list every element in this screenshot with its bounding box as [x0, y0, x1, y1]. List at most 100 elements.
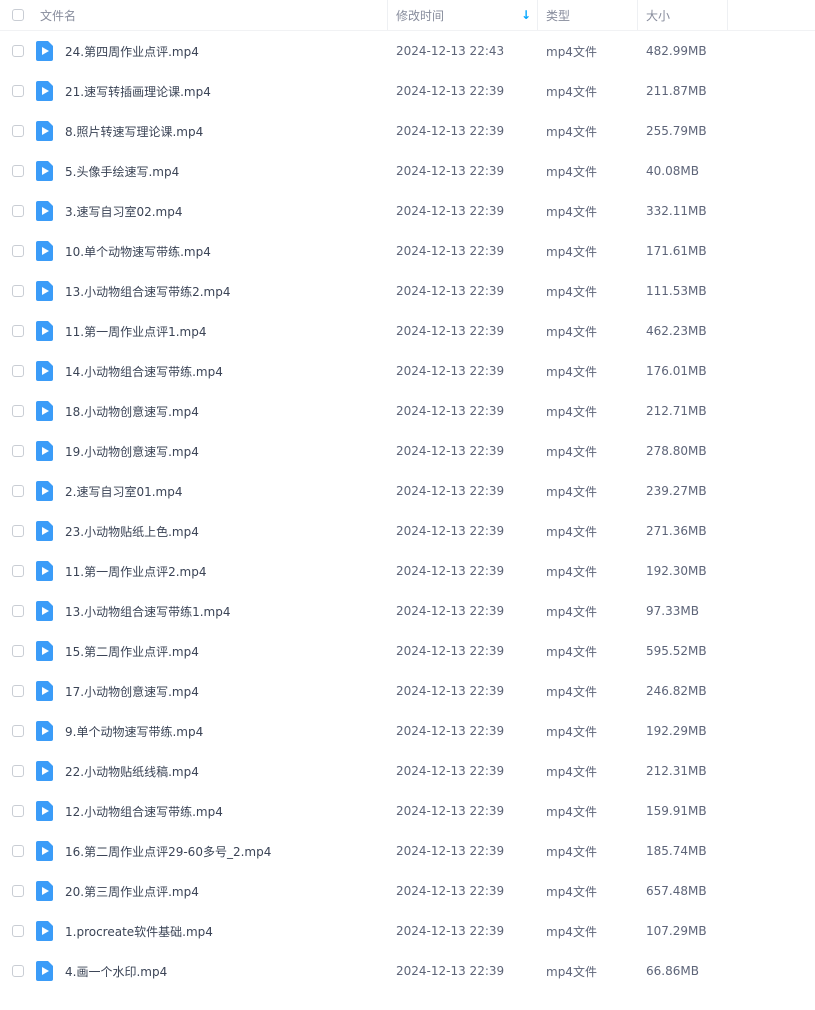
table-row[interactable]: 11.第一周作业点评2.mp4 2024-12-13 22:39 mp4文件 192.…	[0, 551, 815, 591]
file-name-cell[interactable]: 13.小动物组合速写带练1.mp4	[36, 601, 388, 621]
file-name-cell[interactable]: 13.小动物组合速写带练2.mp4	[36, 281, 388, 301]
row-checkbox[interactable]	[12, 565, 24, 577]
file-name-cell[interactable]: 19.小动物创意速写.mp4	[36, 441, 388, 461]
row-check-cell[interactable]	[0, 805, 36, 817]
file-name[interactable]: 13.小动物组合速写带练1.mp4	[65, 603, 230, 620]
file-name[interactable]: 4.画一个水印.mp4	[65, 963, 167, 980]
file-name[interactable]: 11.第一周作业点评1.mp4	[65, 323, 206, 340]
table-row[interactable]: 19.小动物创意速写.mp4 2024-12-13 22:39 mp4文件 278.8…	[0, 431, 815, 471]
file-name-cell[interactable]: 2.速写自习室01.mp4	[36, 481, 388, 501]
row-checkbox[interactable]	[12, 365, 24, 377]
file-name[interactable]: 5.头像手绘速写.mp4	[65, 163, 179, 180]
row-checkbox[interactable]	[12, 605, 24, 617]
table-row[interactable]: 18.小动物创意速写.mp4 2024-12-13 22:39 mp4文件 212.7…	[0, 391, 815, 431]
row-checkbox[interactable]	[12, 925, 24, 937]
row-check-cell[interactable]	[0, 165, 36, 177]
row-checkbox[interactable]	[12, 765, 24, 777]
table-row[interactable]: 14.小动物组合速写带练.mp4 2024-12-13 22:39 mp4文件 176…	[0, 351, 815, 391]
select-all-checkbox[interactable]	[12, 9, 24, 21]
column-header-name[interactable]: 文件名	[36, 0, 388, 30]
row-checkbox[interactable]	[12, 645, 24, 657]
file-name-cell[interactable]: 10.单个动物速写带练.mp4	[36, 241, 388, 261]
table-row[interactable]: 23.小动物贴纸上色.mp4 2024-12-13 22:39 mp4文件 271.3…	[0, 511, 815, 551]
table-row[interactable]: 11.第一周作业点评1.mp4 2024-12-13 22:39 mp4文件 462.…	[0, 311, 815, 351]
table-row[interactable]: 22.小动物贴纸线稿.mp4 2024-12-13 22:39 mp4文件 212.3…	[0, 751, 815, 791]
file-name[interactable]: 23.小动物贴纸上色.mp4	[65, 523, 199, 540]
row-checkbox[interactable]	[12, 845, 24, 857]
row-check-cell[interactable]	[0, 85, 36, 97]
table-row[interactable]: 8.照片转速写理论课.mp4 2024-12-13 22:39 mp4文件 255.7…	[0, 111, 815, 151]
file-name-cell[interactable]: 23.小动物贴纸上色.mp4	[36, 521, 388, 541]
row-checkbox[interactable]	[12, 45, 24, 57]
table-row[interactable]: 5.头像手绘速写.mp4 2024-12-13 22:39 mp4文件 40.08MB	[0, 151, 815, 191]
row-check-cell[interactable]	[0, 245, 36, 257]
row-check-cell[interactable]	[0, 525, 36, 537]
row-check-cell[interactable]	[0, 725, 36, 737]
table-row[interactable]: 17.小动物创意速写.mp4 2024-12-13 22:39 mp4文件 246.8…	[0, 671, 815, 711]
file-name-cell[interactable]: 5.头像手绘速写.mp4	[36, 161, 388, 181]
file-name-cell[interactable]: 9.单个动物速写带练.mp4	[36, 721, 388, 741]
row-checkbox[interactable]	[12, 205, 24, 217]
file-name[interactable]: 22.小动物贴纸线稿.mp4	[65, 763, 199, 780]
file-name[interactable]: 2.速写自习室01.mp4	[65, 483, 182, 500]
table-row[interactable]: 16.第二周作业点评29-60多号_2.mp4 2024-12-13 22:39 m…	[0, 831, 815, 871]
column-header-date[interactable]: 修改时间 ↓	[388, 0, 538, 30]
row-checkbox[interactable]	[12, 325, 24, 337]
file-name-cell[interactable]: 14.小动物组合速写带练.mp4	[36, 361, 388, 381]
row-check-cell[interactable]	[0, 365, 36, 377]
row-checkbox[interactable]	[12, 485, 24, 497]
file-name[interactable]: 16.第二周作业点评29-60多号_2.mp4	[65, 843, 271, 860]
row-checkbox[interactable]	[12, 685, 24, 697]
row-checkbox[interactable]	[12, 725, 24, 737]
file-name-cell[interactable]: 21.速写转插画理论课.mp4	[36, 81, 388, 101]
column-header-size[interactable]: 大小	[638, 0, 728, 30]
file-name-cell[interactable]: 22.小动物贴纸线稿.mp4	[36, 761, 388, 781]
file-name[interactable]: 12.小动物组合速写带练.mp4	[65, 803, 223, 820]
row-checkbox[interactable]	[12, 125, 24, 137]
file-name-cell[interactable]: 1.procreate软件基础.mp4	[36, 921, 388, 941]
file-name[interactable]: 10.单个动物速写带练.mp4	[65, 243, 211, 260]
row-checkbox[interactable]	[12, 285, 24, 297]
file-name-cell[interactable]: 8.照片转速写理论课.mp4	[36, 121, 388, 141]
file-name-cell[interactable]: 4.画一个水印.mp4	[36, 961, 388, 981]
row-check-cell[interactable]	[0, 685, 36, 697]
table-row[interactable]: 4.画一个水印.mp4 2024-12-13 22:39 mp4文件 66.86MB	[0, 951, 815, 991]
table-row[interactable]: 9.单个动物速写带练.mp4 2024-12-13 22:39 mp4文件 192.2…	[0, 711, 815, 751]
row-check-cell[interactable]	[0, 565, 36, 577]
arrow-down-icon[interactable]: ↓	[521, 8, 531, 22]
file-name-cell[interactable]: 11.第一周作业点评1.mp4	[36, 321, 388, 341]
file-name[interactable]: 1.procreate软件基础.mp4	[65, 923, 213, 940]
table-row[interactable]: 1.procreate软件基础.mp4 2024-12-13 22:39 mp4文件…	[0, 911, 815, 951]
file-name[interactable]: 17.小动物创意速写.mp4	[65, 683, 199, 700]
file-name-cell[interactable]: 11.第一周作业点评2.mp4	[36, 561, 388, 581]
select-all-cell[interactable]	[0, 9, 36, 21]
table-row[interactable]: 13.小动物组合速写带练1.mp4 2024-12-13 22:39 mp4文件 97…	[0, 591, 815, 631]
table-row[interactable]: 2.速写自习室01.mp4 2024-12-13 22:39 mp4文件 239.27…	[0, 471, 815, 511]
file-name[interactable]: 15.第二周作业点评.mp4	[65, 643, 199, 660]
file-name[interactable]: 14.小动物组合速写带练.mp4	[65, 363, 223, 380]
table-row[interactable]: 12.小动物组合速写带练.mp4 2024-12-13 22:39 mp4文件 159…	[0, 791, 815, 831]
row-check-cell[interactable]	[0, 885, 36, 897]
row-check-cell[interactable]	[0, 445, 36, 457]
row-check-cell[interactable]	[0, 765, 36, 777]
row-check-cell[interactable]	[0, 925, 36, 937]
file-name[interactable]: 20.第三周作业点评.mp4	[65, 883, 199, 900]
file-name-cell[interactable]: 12.小动物组合速写带练.mp4	[36, 801, 388, 821]
row-checkbox[interactable]	[12, 245, 24, 257]
row-check-cell[interactable]	[0, 485, 36, 497]
file-name[interactable]: 3.速写自习室02.mp4	[65, 203, 182, 220]
file-name[interactable]: 18.小动物创意速写.mp4	[65, 403, 199, 420]
file-name-cell[interactable]: 15.第二周作业点评.mp4	[36, 641, 388, 661]
row-check-cell[interactable]	[0, 405, 36, 417]
table-row[interactable]: 10.单个动物速写带练.mp4 2024-12-13 22:39 mp4文件 171.…	[0, 231, 815, 271]
file-name-cell[interactable]: 17.小动物创意速写.mp4	[36, 681, 388, 701]
column-header-type[interactable]: 类型	[538, 0, 638, 30]
file-name-cell[interactable]: 20.第三周作业点评.mp4	[36, 881, 388, 901]
table-row[interactable]: 24.第四周作业点评.mp4 2024-12-13 22:43 mp4文件 482.9…	[0, 31, 815, 71]
file-name-cell[interactable]: 18.小动物创意速写.mp4	[36, 401, 388, 421]
row-check-cell[interactable]	[0, 605, 36, 617]
row-checkbox[interactable]	[12, 525, 24, 537]
row-check-cell[interactable]	[0, 45, 36, 57]
file-name[interactable]: 24.第四周作业点评.mp4	[65, 43, 199, 60]
table-row[interactable]: 3.速写自习室02.mp4 2024-12-13 22:39 mp4文件 332.11…	[0, 191, 815, 231]
